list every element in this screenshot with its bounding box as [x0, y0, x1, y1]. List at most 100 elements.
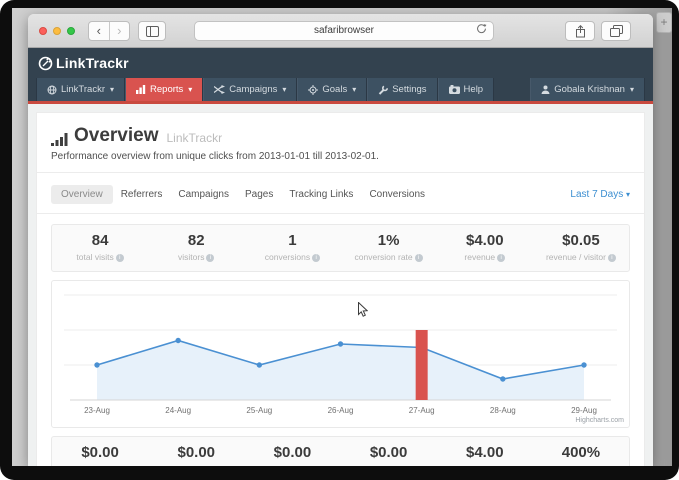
stat-value: 400% — [533, 444, 629, 461]
desktop-background: + ‹ › safaribrowser — [12, 8, 672, 466]
target-icon — [308, 85, 318, 95]
nav-label: Help — [464, 84, 484, 95]
sidebar-toggle-button[interactable] — [138, 21, 166, 41]
page-title: Overview — [74, 125, 159, 147]
stat-value: 84 — [52, 232, 148, 249]
stat-revenue: $4.00 revenuei — [437, 225, 533, 271]
address-bar[interactable]: safaribrowser — [194, 21, 494, 41]
bottom-stats-panel: $0.00 total costi $0.00 cost / visiti $0… — [51, 436, 630, 466]
nav-item-campaigns[interactable]: Campaigns ▾ — [203, 78, 297, 101]
screenshot-frame: + ‹ › safaribrowser — [0, 0, 679, 480]
back-button[interactable]: ‹ — [89, 22, 109, 40]
page-title-brand: LinkTrackr — [167, 131, 223, 147]
forward-button[interactable]: › — [109, 22, 130, 40]
show-all-tabs-button[interactable] — [601, 21, 631, 41]
visits-chart: 23-Aug24-Aug25-Aug26-Aug27-Aug28-Aug29-A… — [52, 281, 629, 427]
stat-visitors: 82 visitorsi — [148, 225, 244, 271]
history-nav-group: ‹ › — [88, 21, 130, 41]
stat-total-cost: $0.00 total costi — [52, 437, 148, 466]
stat-total-visits: 84 total visitsi — [52, 225, 148, 271]
tab-tracking-links[interactable]: Tracking Links — [281, 185, 361, 204]
stat-value: 82 — [148, 232, 244, 249]
nav-item-help[interactable]: Help — [438, 78, 495, 101]
stat-conversions: 1 conversionsi — [244, 225, 340, 271]
stat-value: $0.00 — [148, 444, 244, 461]
stat-label: revenue — [464, 252, 495, 262]
share-button[interactable] — [565, 21, 595, 41]
tabs-overview-icon — [610, 25, 623, 37]
close-window-button[interactable] — [39, 27, 47, 35]
share-icon — [575, 25, 586, 38]
svg-text:25-Aug: 25-Aug — [246, 406, 272, 415]
nav-item-goals[interactable]: Goals ▾ — [297, 78, 367, 101]
chevron-down-icon: ▾ — [282, 85, 286, 94]
stat-roi: 400% roii — [533, 437, 629, 466]
stat-cost-day: $0.00 cost / dayi — [244, 437, 340, 466]
nav-label: Settings — [392, 84, 426, 95]
svg-text:28-Aug: 28-Aug — [490, 406, 516, 415]
nav-label: Reports — [150, 84, 183, 95]
minimize-window-button[interactable] — [53, 27, 61, 35]
tab-pages[interactable]: Pages — [237, 185, 281, 204]
stat-value: $4.00 — [437, 232, 533, 249]
stat-label: conversions — [265, 252, 310, 262]
new-tab-button[interactable]: + — [656, 12, 672, 33]
main-nav: LinkTrackr ▾ Reports ▾ — [28, 78, 653, 101]
chevron-down-icon: ▾ — [630, 85, 634, 94]
date-range-dropdown[interactable]: Last 7 Days ▾ — [570, 189, 630, 200]
stat-value: $4.00 — [437, 444, 533, 461]
stat-cost-visit: $0.00 cost / visiti — [148, 437, 244, 466]
sidebar-icon — [146, 26, 159, 37]
stat-label: revenue / visitor — [546, 252, 606, 262]
page-header: Overview LinkTrackr Performance overview… — [37, 113, 644, 173]
info-icon[interactable]: i — [497, 254, 505, 262]
info-icon[interactable]: i — [608, 254, 616, 262]
stat-value: $0.00 — [341, 444, 437, 461]
user-name: Gobala Krishnan — [554, 84, 625, 95]
nav-accent-divider — [28, 101, 653, 104]
info-icon[interactable]: i — [312, 254, 320, 262]
stat-label: conversion rate — [355, 252, 413, 262]
tab-campaigns[interactable]: Campaigns — [170, 185, 237, 204]
visits-chart-panel: 23-Aug24-Aug25-Aug26-Aug27-Aug28-Aug29-A… — [51, 280, 630, 428]
stats-bars-icon — [51, 132, 68, 147]
stat-label: visitors — [178, 252, 204, 262]
stat-label: cost / day — [269, 464, 305, 466]
stat-value: 1% — [341, 232, 437, 249]
stat-label: roi — [571, 464, 580, 466]
chevron-down-icon: ▾ — [626, 190, 630, 199]
report-tabs: Overview Referrers Campaigns Pages Track… — [37, 173, 644, 214]
nav-label: LinkTrackr — [61, 84, 105, 95]
info-icon[interactable]: i — [116, 254, 124, 262]
svg-text:Highcharts.com: Highcharts.com — [575, 417, 624, 424]
svg-text:24-Aug: 24-Aug — [165, 406, 191, 415]
tab-conversions[interactable]: Conversions — [361, 185, 433, 204]
svg-text:27-Aug: 27-Aug — [409, 406, 435, 415]
linktrackr-logo[interactable]: LinkTrackr — [38, 55, 129, 71]
url-text: safaribrowser — [314, 25, 374, 36]
linktrackr-logo-icon — [38, 56, 53, 71]
zoom-window-button[interactable] — [67, 27, 75, 35]
stat-value: 1 — [244, 232, 340, 249]
chevron-down-icon: ▾ — [188, 85, 192, 94]
tab-referrers[interactable]: Referrers — [113, 185, 171, 204]
stat-conversion-rate: 1% conversion ratei — [341, 225, 437, 271]
info-icon[interactable]: i — [206, 254, 214, 262]
top-stats-panel: 84 total visitsi 82 visitorsi 1 conversi… — [51, 224, 630, 272]
nav-item-reports[interactable]: Reports ▾ — [125, 78, 203, 101]
stat-revenue-visitor: $0.05 revenue / visitori — [533, 225, 629, 271]
nav-item-settings[interactable]: Settings — [367, 78, 437, 101]
date-range-label: Last 7 Days — [570, 189, 623, 200]
stat-label: cpa — [377, 464, 391, 466]
nav-item-linktrackr[interactable]: LinkTrackr ▾ — [36, 78, 125, 101]
reload-icon[interactable] — [476, 22, 487, 40]
info-icon[interactable]: i — [415, 254, 423, 262]
browser-window: ‹ › safaribrowser — [28, 14, 653, 466]
user-menu[interactable]: Gobala Krishnan ▾ — [530, 78, 645, 101]
globe-icon — [47, 85, 57, 95]
logo-text: LinkTrackr — [56, 55, 129, 71]
svg-text:29-Aug: 29-Aug — [571, 406, 597, 415]
svg-text:26-Aug: 26-Aug — [328, 406, 354, 415]
tab-overview[interactable]: Overview — [51, 185, 113, 204]
nav-label: Goals — [322, 84, 347, 95]
